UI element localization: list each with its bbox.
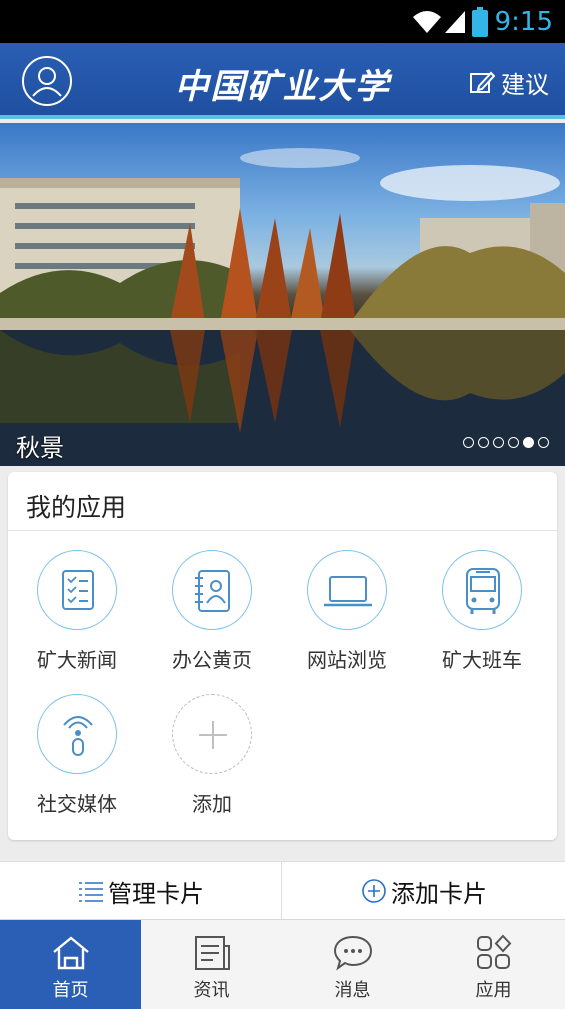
banner-carousel[interactable]: 秋景 <box>0 123 565 466</box>
tab-news[interactable]: 资讯 <box>141 920 282 1009</box>
feedback-label: 建议 <box>501 71 549 99</box>
signal-icon <box>445 11 465 33</box>
add-app-button[interactable]: 添加 <box>152 694 272 817</box>
app-header: 中国矿业大学 建议 <box>0 43 565 119</box>
manage-cards-button[interactable]: 管理卡片 <box>0 862 282 920</box>
divider <box>8 530 557 531</box>
app-label: 社交媒体 <box>37 792 117 816</box>
divider <box>281 862 282 920</box>
app-label: 矿大班车 <box>442 648 522 672</box>
tab-label: 首页 <box>52 980 89 1001</box>
wifi-icon <box>413 11 441 33</box>
directory-icon <box>195 570 230 612</box>
app-website-browse[interactable]: 网站浏览 <box>287 550 407 673</box>
carousel-dot[interactable] <box>463 437 474 448</box>
battery-icon <box>472 7 488 37</box>
tab-label: 资讯 <box>193 980 230 1001</box>
carousel-dot-active[interactable] <box>523 437 534 448</box>
feedback-button[interactable]: 建议 <box>469 65 549 100</box>
message-icon <box>333 935 373 971</box>
add-card-button[interactable]: 添加卡片 <box>283 862 565 920</box>
carousel-dot[interactable] <box>538 437 549 448</box>
app-social-media[interactable]: 社交媒体 <box>17 694 137 817</box>
status-bar: 9:15 <box>0 0 565 43</box>
my-apps-card: 我的应用 矿大新闻 办公黄页 网站浏览 矿大班车 社交媒体 添加 <box>8 472 557 840</box>
news-tab-icon <box>195 936 230 970</box>
apps-icon <box>477 934 512 969</box>
plus-icon <box>199 721 227 749</box>
bottom-tab-bar: 首页 资讯 消息 应用 <box>0 919 565 1009</box>
add-circle-icon <box>362 879 386 903</box>
carousel-dot[interactable] <box>508 437 519 448</box>
campus-autumn-photo <box>0 148 565 466</box>
carousel-dot[interactable] <box>493 437 504 448</box>
manage-cards-label: 管理卡片 <box>108 879 204 908</box>
social-media-icon <box>63 716 93 756</box>
tab-apps[interactable]: 应用 <box>423 920 564 1009</box>
add-card-label: 添加卡片 <box>391 879 487 908</box>
app-label: 网站浏览 <box>307 648 387 672</box>
app-kuangda-news[interactable]: 矿大新闻 <box>17 550 137 673</box>
carousel-dot[interactable] <box>478 437 489 448</box>
card-actions-bar: 管理卡片 添加卡片 <box>0 861 565 920</box>
carousel-indicator <box>463 437 549 448</box>
app-campus-bus[interactable]: 矿大班车 <box>422 550 542 673</box>
app-office-directory[interactable]: 办公黄页 <box>152 550 272 673</box>
laptop-icon <box>324 576 372 607</box>
home-icon <box>53 936 89 970</box>
banner-caption: 秋景 <box>16 434 64 462</box>
app-label: 办公黄页 <box>172 648 252 672</box>
edit-icon <box>470 71 495 93</box>
news-icon <box>62 570 94 610</box>
tab-home[interactable]: 首页 <box>0 920 141 1009</box>
list-icon <box>79 882 103 902</box>
my-apps-title: 我的应用 <box>26 493 127 522</box>
status-time: 9:15 <box>494 7 553 37</box>
bus-icon <box>466 568 500 614</box>
tab-messages[interactable]: 消息 <box>282 920 423 1009</box>
tab-label: 应用 <box>475 980 512 1001</box>
tab-label: 消息 <box>334 980 371 1001</box>
app-label: 矿大新闻 <box>37 648 117 672</box>
app-label: 添加 <box>192 792 232 816</box>
